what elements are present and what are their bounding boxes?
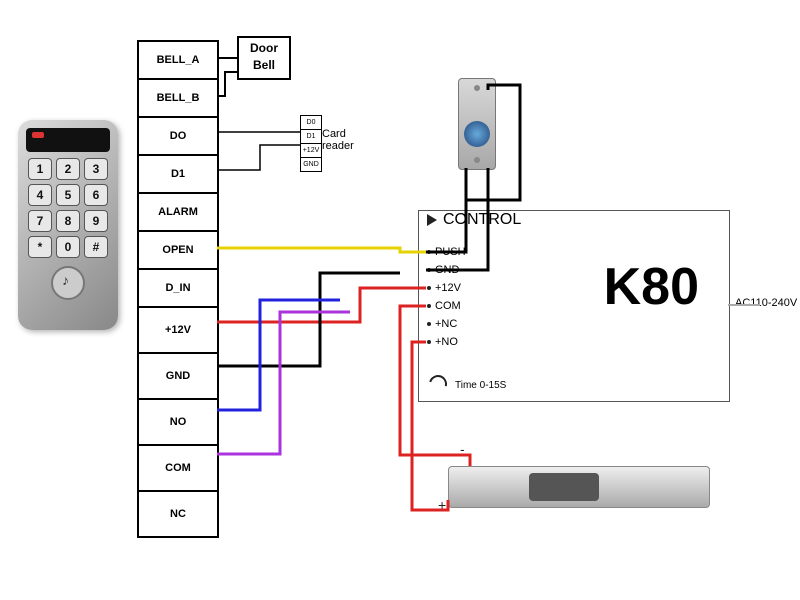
key-8: 8 — [56, 210, 80, 232]
terminal-gnd: GND — [139, 354, 217, 400]
k80-controller: CONTROL PUSH GND +12V COM +NC +NO K80 Ti… — [418, 210, 730, 402]
key-9: 9 — [84, 210, 108, 232]
polarity-minus: - — [460, 442, 465, 456]
terminal-12v: +12V — [139, 308, 217, 354]
screw-icon — [474, 85, 480, 91]
keypad-display — [26, 128, 110, 152]
access-keypad: 1 2 3 4 5 6 7 8 9 * 0 # — [18, 120, 118, 330]
terminal-com: COM — [139, 446, 217, 492]
terminal-din: D_IN — [139, 270, 217, 308]
bell-icon — [51, 266, 85, 300]
terminal-d0: DO — [139, 118, 217, 156]
k80-control-label: CONTROL — [419, 211, 729, 229]
door-bell-box: Door Bell — [237, 36, 291, 80]
key-star: * — [28, 236, 52, 258]
terminal-open: OPEN — [139, 232, 217, 270]
electric-strike-lock — [448, 466, 710, 508]
card-reader-12v: +12V — [301, 144, 321, 158]
key-3: 3 — [84, 158, 108, 180]
key-1: 1 — [28, 158, 52, 180]
terminal-d1: D1 — [139, 156, 217, 194]
key-2: 2 — [56, 158, 80, 180]
timer-knob-icon — [426, 372, 451, 397]
k80-pin-nc: +NC — [419, 315, 729, 333]
terminal-nc: NC — [139, 492, 217, 536]
key-4: 4 — [28, 184, 52, 206]
keypad-led-icon — [32, 132, 44, 138]
key-6: 6 — [84, 184, 108, 206]
polarity-plus: + — [438, 498, 446, 512]
exit-button-icon — [464, 121, 490, 147]
terminal-no: NO — [139, 400, 217, 446]
exit-button — [458, 78, 496, 170]
screw-icon — [474, 157, 480, 163]
terminal-bell-b: BELL_B — [139, 80, 217, 118]
k80-time-label: Time 0-15S — [455, 381, 506, 391]
key-0: 0 — [56, 236, 80, 258]
keypad-grid: 1 2 3 4 5 6 7 8 9 * 0 # — [26, 158, 110, 258]
k80-title: K80 — [604, 261, 699, 313]
play-icon — [427, 214, 437, 226]
card-reader-gnd: GND — [301, 158, 321, 171]
key-hash: # — [84, 236, 108, 258]
card-reader-d0: D0 — [301, 116, 321, 130]
key-7: 7 — [28, 210, 52, 232]
k80-pin-no: +NO — [419, 333, 729, 351]
control-text: CONTROL — [443, 211, 521, 229]
card-reader: D0 D1 +12V GND — [300, 115, 322, 172]
key-5: 5 — [56, 184, 80, 206]
card-reader-d1: D1 — [301, 130, 321, 144]
terminal-alarm: ALARM — [139, 194, 217, 232]
lock-slot — [529, 473, 599, 501]
terminal-block: BELL_A BELL_B DO D1 ALARM OPEN D_IN +12V… — [137, 40, 219, 538]
terminal-bell-a: BELL_A — [139, 42, 217, 80]
wiring-diagram: 1 2 3 4 5 6 7 8 9 * 0 # BELL_A BELL_B DO… — [0, 0, 800, 600]
ac-power-label: AC110-240V — [735, 298, 797, 309]
card-reader-label: Card reader — [322, 128, 362, 152]
